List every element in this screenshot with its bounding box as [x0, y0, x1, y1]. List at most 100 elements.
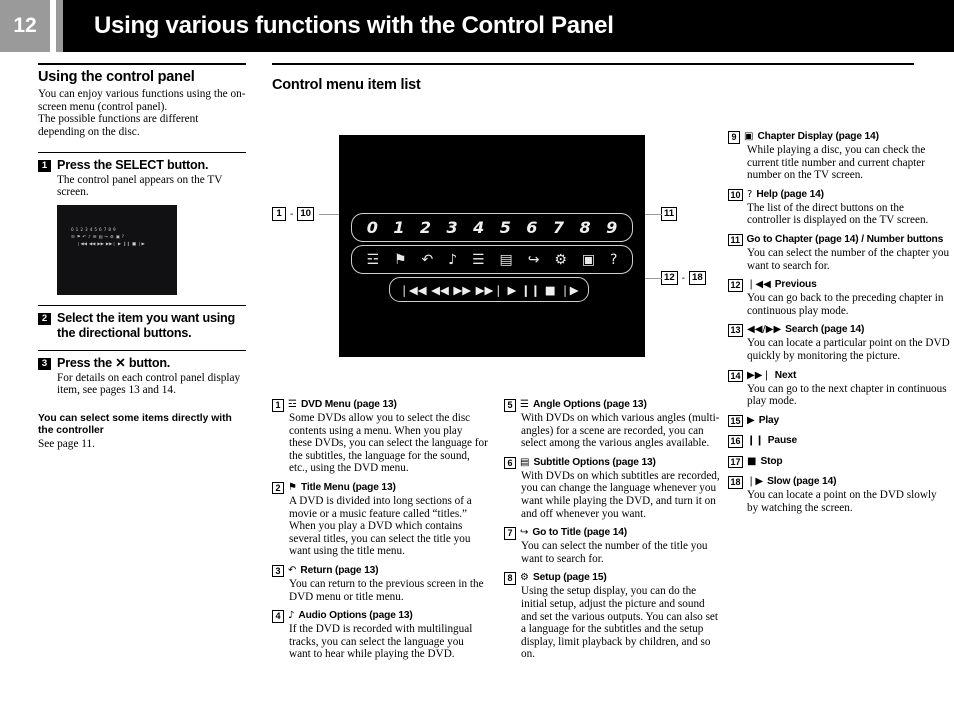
section-heading-control-menu-item-list: Control menu item list [272, 77, 421, 94]
list-item: 9 ▣ Chapter Display (page 14) While play… [728, 130, 950, 182]
item-list-column-1: 1 ☲ DVD Menu (page 13) Some DVDs allow y… [272, 398, 488, 667]
tv-thumb-control: ▶▶❘ [105, 241, 116, 247]
go-to-title-icon[interactable]: ↪ [528, 253, 540, 267]
setup-icon[interactable]: ⚙ [554, 253, 567, 267]
number-button-1[interactable]: 1 [393, 219, 404, 236]
list-item: 17 ■ Stop [728, 455, 950, 469]
item-label: Previous [774, 279, 817, 291]
number-button-4[interactable]: 4 [473, 219, 484, 236]
tv-thumb-control: ❙❙ [123, 241, 131, 247]
step-3-description: For details on each control panel displa… [57, 371, 241, 397]
tv-thumb-control: ❘▶ [138, 241, 145, 247]
list-item: 13 ◀◀/▶▶ Search (page 14) You can locate… [728, 323, 950, 362]
number-button-0[interactable]: 0 [367, 219, 378, 236]
tv-thumb-control: ▶▶ [97, 241, 104, 247]
number-button-6[interactable]: 6 [526, 219, 537, 236]
main-column: Control menu item list [272, 63, 914, 105]
tv-thumb-icon: ♪ [88, 234, 91, 240]
tv-thumb-icon: ▣ [115, 234, 120, 240]
subtitle-options-icon[interactable]: ▤ [500, 253, 513, 267]
angle-options-icon: ☰ [520, 399, 529, 410]
item-label: Audio Options (page 13) [298, 610, 413, 622]
rewind-search-icon[interactable]: ◀◀ [431, 284, 449, 296]
audio-options-icon[interactable]: ♪ [448, 253, 457, 267]
item-number: 7 [504, 527, 516, 540]
item-body: You can locate a particular point on the… [747, 337, 950, 362]
item-number: 18 [728, 476, 744, 489]
list-item: 15 ▶ Play [728, 414, 950, 428]
item-number: 12 [728, 279, 744, 292]
item-body: You can locate a point on the DVD slowly… [747, 489, 937, 514]
list-item: 4 ♪ Audio Options (page 13) If the DVD i… [272, 609, 488, 661]
page-title: Using various functions with the Control… [94, 12, 614, 39]
number-button-8[interactable]: 8 [579, 219, 590, 236]
item-number: 9 [728, 131, 740, 144]
dvd-menu-icon[interactable]: ☲ [366, 253, 379, 267]
list-item: 16 ❙❙ Pause [728, 434, 950, 448]
number-button-3[interactable]: 3 [447, 219, 458, 236]
slow-icon[interactable]: ❘▶ [560, 284, 578, 296]
angle-options-icon[interactable]: ☰ [472, 253, 485, 267]
number-button-7[interactable]: 7 [553, 219, 564, 236]
list-item: 11 Go to Chapter (page 14) / Number butt… [728, 233, 950, 272]
next-icon[interactable]: ▶▶❘ [476, 284, 503, 296]
item-body: If the DVD is recorded with multilingual… [289, 623, 473, 661]
item-number: 6 [504, 456, 516, 470]
go-to-title-icon: ↪ [520, 527, 529, 539]
slow-icon: ❘▶ [747, 476, 764, 488]
return-icon[interactable]: ↶ [421, 253, 433, 267]
item-label: Pause [767, 435, 798, 447]
tv-thumb-icon-row: ☲ ⚑ ↶ ♪ ☰ ▤ ↪ ⚙ ▣ ? [71, 234, 145, 239]
control-panel-playback-row[interactable]: ❘◀◀ ◀◀ ▶▶ ▶▶❘ ▶ ❙❙ ■ ❘▶ [389, 277, 589, 302]
tv-thumb-digit: 9 [113, 227, 116, 233]
list-item: 14 ▶▶❘ Next You can go to the next chapt… [728, 369, 950, 408]
number-button-5[interactable]: 5 [500, 219, 511, 236]
item-body: Using the setup display, you can do the … [521, 585, 719, 661]
list-item: 18 ❘▶ Slow (page 14) You can locate a po… [728, 475, 950, 514]
controller-note: You can select some items directly with … [38, 413, 246, 451]
step-1-number: 1 [38, 160, 51, 173]
number-button-2[interactable]: 2 [420, 219, 431, 236]
stop-icon[interactable]: ■ [545, 284, 556, 296]
control-panel-number-row[interactable]: 0 1 2 3 4 5 6 7 8 9 [351, 213, 633, 242]
control-panel-rows: 0 1 2 3 4 5 6 7 8 9 ☲ ⚑ ↶ ♪ ☰ ▤ ↪ ⚙ ▣ ? … [351, 213, 633, 305]
page-header: 12 Using various functions with the Cont… [0, 0, 954, 52]
item-body: With DVDs on which subtitles are recorde… [521, 469, 720, 520]
control-panel-menu-row[interactable]: ☲ ⚑ ↶ ♪ ☰ ▤ ↪ ⚙ ▣ ? [351, 245, 633, 274]
item-label: Search (page 14) [785, 324, 865, 336]
tv-panel: 0 1 2 3 4 5 6 7 8 9 ☲ ⚑ ↶ ♪ ☰ ▤ ↪ ⚙ ▣ ? … [339, 135, 645, 357]
number-button-9[interactable]: 9 [606, 219, 617, 236]
tv-thumb-digit: 7 [103, 227, 107, 233]
tv-thumb-icon: ↪ [104, 234, 108, 240]
callout-dash: - [290, 208, 294, 220]
item-body: You can go to the next chapter in contin… [747, 382, 947, 408]
step-3-title: Press the ✕ button. [57, 356, 171, 371]
pause-icon[interactable]: ❙❙ [521, 284, 540, 296]
step-2-number: 2 [38, 313, 51, 326]
page-number: 12 [13, 14, 37, 37]
item-body: You can select the number of the chapter… [747, 246, 950, 272]
callout-12-to-18: 12 - 18 [661, 271, 706, 285]
callout-11: 11 [661, 207, 678, 221]
chapter-display-icon[interactable]: ▣ [582, 253, 595, 267]
item-body: You can select the number of the title y… [521, 540, 708, 565]
item-body: The list of the direct buttons on the co… [747, 201, 929, 227]
setup-icon: ⚙ [520, 572, 529, 584]
help-icon[interactable]: ? [610, 253, 617, 267]
item-body: You can return to the previous screen in… [289, 577, 484, 603]
item-number: 10 [728, 188, 744, 202]
audio-options-icon: ♪ [288, 610, 295, 622]
step-1-description: The control panel appears on the TV scre… [57, 173, 223, 199]
item-list-column-3: 9 ▣ Chapter Display (page 14) While play… [728, 130, 950, 520]
title-menu-icon[interactable]: ⚑ [394, 253, 407, 267]
intro-paragraph: You can enjoy various functions using th… [38, 88, 246, 138]
item-label: Angle Options (page 13) [532, 399, 647, 410]
item-label: Return (page 13) [300, 564, 379, 576]
tv-thumb-digit: 5 [94, 227, 98, 233]
previous-icon[interactable]: ❘◀◀ [399, 284, 426, 296]
play-icon[interactable]: ▶ [508, 284, 517, 296]
list-item: 2 ⚑ Title Menu (page 13) A DVD is divide… [272, 481, 488, 558]
tv-thumb-icon: ☲ [71, 234, 75, 240]
forward-search-icon[interactable]: ▶▶ [453, 284, 471, 296]
page-number-box: 12 [0, 0, 50, 52]
